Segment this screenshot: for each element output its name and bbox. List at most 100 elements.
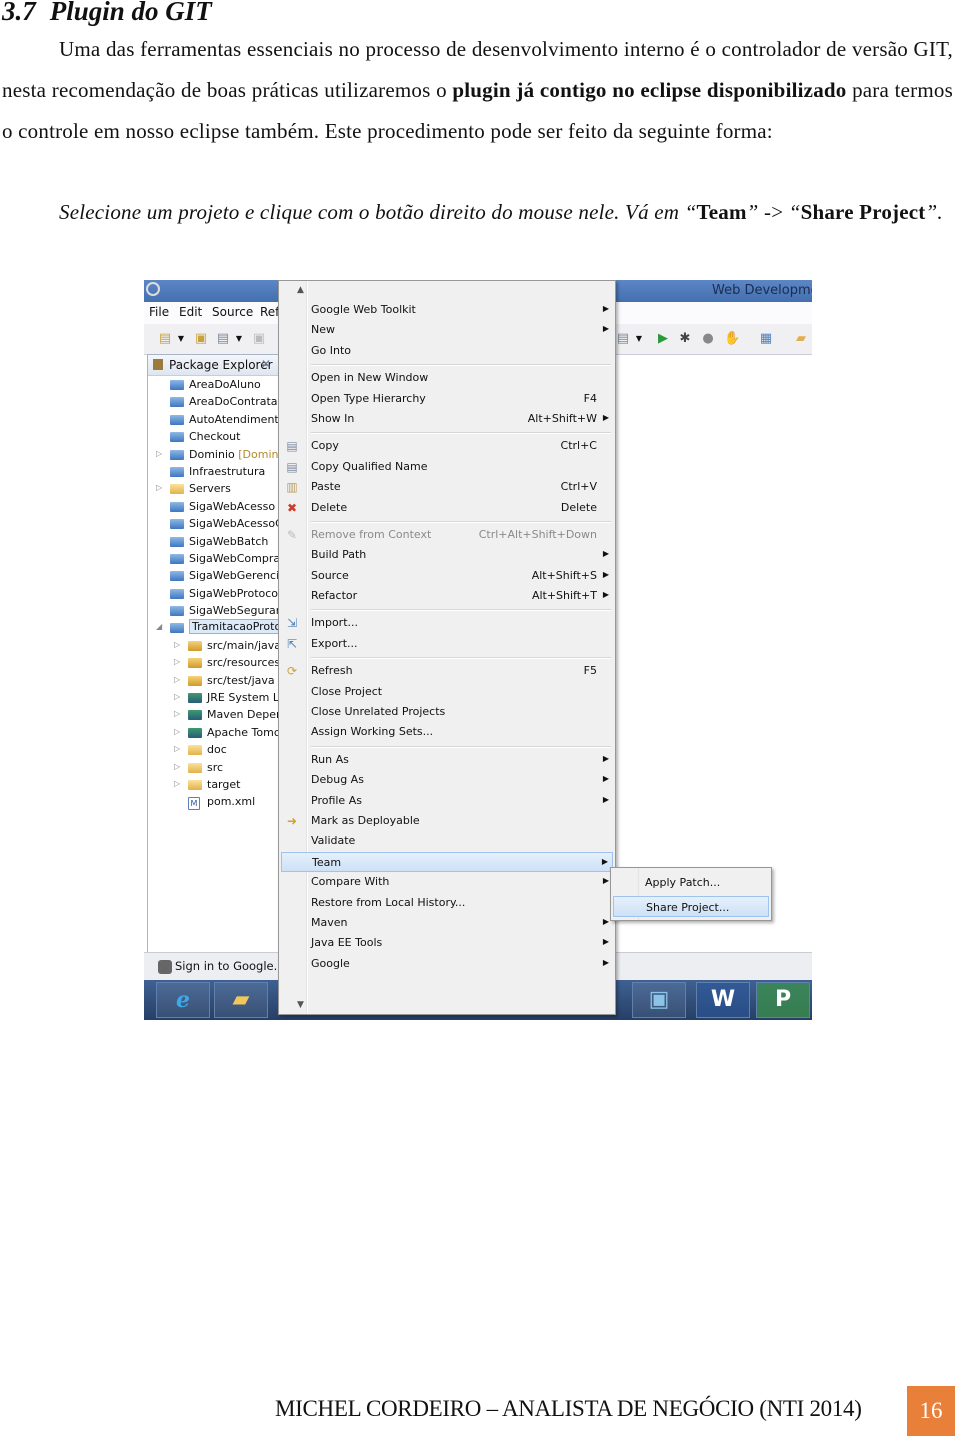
tree-item[interactable]: AreaDoAluno bbox=[148, 377, 278, 394]
stop-icon[interactable]: ● bbox=[701, 332, 715, 346]
menu-item-debug-as[interactable]: Debug As ▶ bbox=[281, 770, 613, 790]
tree-item[interactable]: Mpom.xml bbox=[148, 794, 278, 811]
chevron-down-icon[interactable]: ▼ bbox=[174, 332, 188, 346]
menu-item-show-in[interactable]: Show In Alt+Shift+W ▶ bbox=[281, 409, 613, 429]
menu-item-open-type-hierarchy[interactable]: Open Type Hierarchy F4 bbox=[281, 389, 613, 409]
collapsed-twisty-icon[interactable]: ▷ bbox=[174, 709, 180, 718]
tree-item[interactable]: SigaWebProtocol bbox=[148, 586, 281, 603]
scroll-down-icon[interactable]: ▼ bbox=[297, 1000, 304, 1010]
menu-item-remove-from-context[interactable]: ✎ Remove from Context Ctrl+Alt+Shift+Down bbox=[281, 525, 613, 545]
collapsed-twisty-icon[interactable]: ▷ bbox=[174, 744, 180, 753]
submenu-arrow-icon: ▶ bbox=[602, 774, 609, 784]
menu-item-maven[interactable]: Maven ▶ bbox=[281, 913, 613, 933]
menu-item-new[interactable]: New ▶ bbox=[281, 320, 613, 340]
menu-item-close-unrelated-projects[interactable]: Close Unrelated Projects bbox=[281, 702, 613, 722]
menu-item-mark-as-deployable[interactable]: ➜ Mark as Deployable bbox=[281, 811, 613, 831]
package-explorer-tab[interactable]: Package Explorer ✕ bbox=[148, 355, 278, 376]
tree-item[interactable]: ▷ JRE System Li bbox=[148, 690, 282, 707]
menu-item-validate[interactable]: Validate bbox=[281, 831, 613, 851]
menu-edit[interactable]: Edit bbox=[179, 305, 202, 319]
collapsed-twisty-icon[interactable]: ▷ bbox=[174, 779, 180, 788]
file-explorer-icon[interactable]: ▰ bbox=[214, 982, 268, 1018]
collapsed-twisty-icon[interactable]: ▷ bbox=[174, 762, 180, 771]
tree-item[interactable]: SigaWebCompra bbox=[148, 551, 280, 568]
run-icon[interactable]: ▶ bbox=[656, 332, 670, 346]
menu-item-run-as[interactable]: Run As ▶ bbox=[281, 750, 613, 770]
new-icon[interactable]: ▤ bbox=[158, 332, 172, 346]
collapsed-twisty-icon[interactable]: ▷ bbox=[174, 727, 180, 736]
menu-item-profile-as[interactable]: Profile As ▶ bbox=[281, 791, 613, 811]
menu-item-restore-from-local-history[interactable]: Restore from Local History... bbox=[281, 893, 613, 913]
tree-item[interactable]: ▷ Dominio [Domin bbox=[148, 447, 278, 464]
tree-item[interactable]: ▷ Maven Depen bbox=[148, 707, 283, 724]
collapsed-twisty-icon[interactable]: ▷ bbox=[174, 692, 180, 701]
menu-item-share-project[interactable]: Share Project... bbox=[613, 896, 769, 917]
menu-item-delete[interactable]: ✖ Delete Delete bbox=[281, 498, 613, 518]
menu-item-open-in-new-window[interactable]: Open in New Window bbox=[281, 368, 613, 388]
menu-item-copy[interactable]: ▤ Copy Ctrl+C bbox=[281, 436, 613, 456]
maven-icon[interactable]: ▦ bbox=[759, 332, 773, 346]
tree-item[interactable]: ▷ src/resources bbox=[148, 655, 280, 672]
internet-explorer-icon[interactable]: e bbox=[156, 982, 210, 1018]
tree-item[interactable]: SigaWebGerencia bbox=[148, 568, 286, 585]
sign-in-google[interactable]: Sign in to Google... bbox=[175, 959, 285, 973]
photos-icon[interactable]: ▣ bbox=[632, 982, 686, 1018]
menu-item-build-path[interactable]: Build Path ▶ bbox=[281, 545, 613, 565]
tree-item[interactable]: ▷ src bbox=[148, 760, 278, 777]
tree-item[interactable]: AutoAtendiment bbox=[148, 412, 279, 429]
menu-item-close-project[interactable]: Close Project bbox=[281, 682, 613, 702]
tree-item[interactable]: AreaDoContratar bbox=[148, 394, 282, 411]
tree-item[interactable]: ▷ src/test/java bbox=[148, 673, 278, 690]
tree-item[interactable]: SigaWebBatch bbox=[148, 534, 278, 551]
tree-item[interactable]: ◢ TramitacaoProto bbox=[148, 619, 285, 637]
menu-item-team[interactable]: Team ▶ bbox=[281, 851, 613, 873]
new-class-icon[interactable]: ▤ bbox=[216, 332, 230, 346]
tree-item[interactable]: Infraestrutura bbox=[148, 464, 278, 481]
collapsed-twisty-icon[interactable]: ▷ bbox=[174, 640, 180, 649]
menu-item-java-ee-tools[interactable]: Java EE Tools ▶ bbox=[281, 933, 613, 953]
tree-item[interactable]: ▷ target bbox=[148, 777, 278, 794]
menu-item-google[interactable]: Google ▶ bbox=[281, 954, 613, 974]
open-folder-icon[interactable]: ▰ bbox=[794, 332, 808, 346]
chevron-down-icon[interactable]: ▼ bbox=[632, 332, 646, 346]
menu-item-apply-patch[interactable]: Apply Patch... bbox=[613, 872, 769, 893]
new-package-icon[interactable]: ▣ bbox=[194, 332, 208, 346]
chevron-down-icon[interactable]: ▼ bbox=[232, 332, 246, 346]
menu-item-export[interactable]: ⇱ Export... bbox=[281, 634, 613, 654]
save-icon[interactable]: ▣ bbox=[252, 332, 266, 346]
tree-item[interactable]: ▷ Apache Tomc bbox=[148, 725, 280, 742]
collapsed-twisty-icon[interactable]: ▷ bbox=[156, 483, 162, 492]
toolbar-item-icon[interactable]: ▤ bbox=[616, 332, 630, 346]
collapsed-twisty-icon[interactable]: ▷ bbox=[174, 657, 180, 666]
menu-item-refactor[interactable]: Refactor Alt+Shift+T ▶ bbox=[281, 586, 613, 606]
menu-item-go-into[interactable]: Go Into bbox=[281, 341, 613, 361]
menu-item-label: Team bbox=[312, 855, 342, 869]
menu-item-assign-working-sets[interactable]: Assign Working Sets... bbox=[281, 722, 613, 742]
menu-item-source[interactable]: Source Alt+Shift+S ▶ bbox=[281, 566, 613, 586]
debug-icon[interactable]: ✱ bbox=[678, 332, 692, 346]
menu-item-copy-qualified-name[interactable]: ▤ Copy Qualified Name bbox=[281, 457, 613, 477]
tree-item[interactable]: ▷ Servers bbox=[148, 481, 278, 498]
menu-item-import[interactable]: ⇲ Import... bbox=[281, 613, 613, 633]
tree-item[interactable]: Checkout bbox=[148, 429, 278, 446]
word-icon[interactable]: W bbox=[696, 982, 750, 1018]
menu-item-compare-with[interactable]: Compare With ▶ bbox=[281, 872, 613, 892]
tree-item[interactable]: SigaWebSeguran bbox=[148, 603, 283, 620]
menu-file[interactable]: File bbox=[149, 305, 169, 319]
tree-item[interactable]: ▷ doc bbox=[148, 742, 278, 759]
tree-item[interactable]: ▷ src/main/java bbox=[148, 638, 281, 655]
tree-item[interactable]: SigaWebAcesso bbox=[148, 499, 278, 516]
hand-icon[interactable]: ✋ bbox=[724, 332, 740, 346]
close-icon[interactable]: ✕ bbox=[261, 357, 271, 371]
collapsed-twisty-icon[interactable]: ▷ bbox=[156, 449, 162, 458]
expanded-twisty-icon[interactable]: ◢ bbox=[156, 622, 162, 631]
collapsed-twisty-icon[interactable]: ▷ bbox=[174, 675, 180, 684]
scroll-up-icon[interactable]: ▲ bbox=[297, 285, 304, 295]
menu-item-google-web-toolkit[interactable]: Google Web Toolkit ▶ bbox=[281, 300, 613, 320]
menu-refactor[interactable]: Ref bbox=[260, 305, 279, 319]
menu-source[interactable]: Source bbox=[212, 305, 253, 319]
tree-item[interactable]: SigaWebAcessoC bbox=[148, 516, 283, 533]
project-icon[interactable]: P bbox=[756, 982, 810, 1018]
menu-item-refresh[interactable]: ⟳ Refresh F5 bbox=[281, 661, 613, 681]
menu-item-paste[interactable]: ▥ Paste Ctrl+V bbox=[281, 477, 613, 497]
